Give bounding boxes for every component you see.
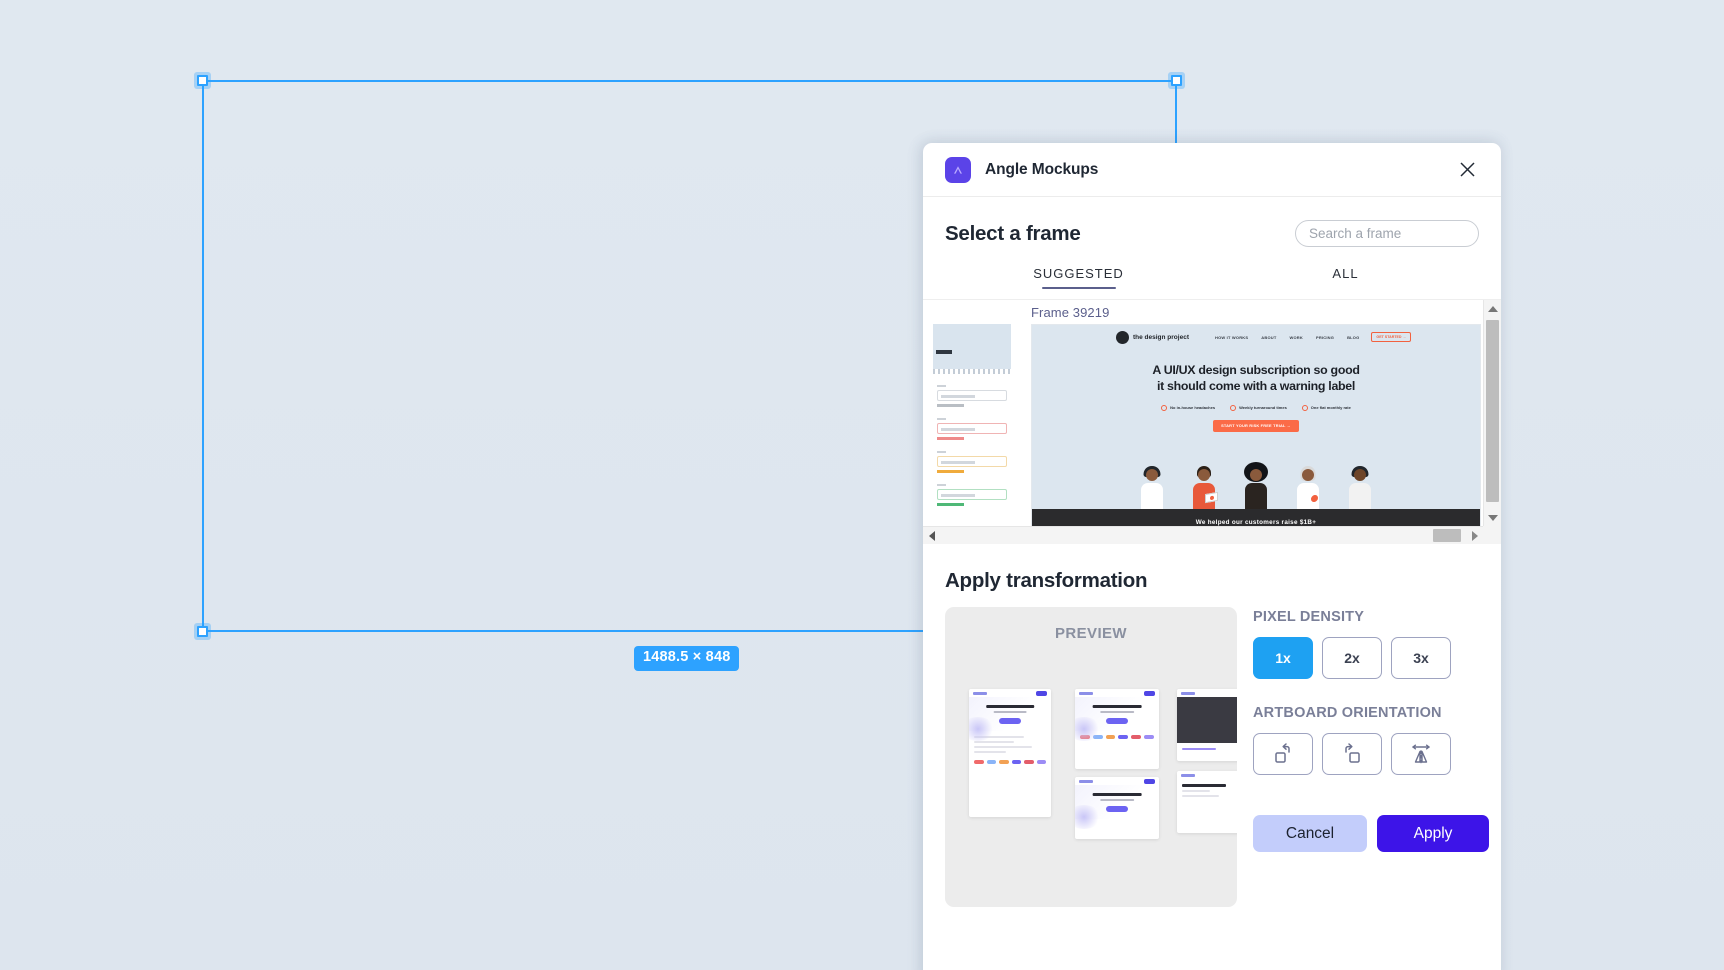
artboard-orientation-options bbox=[1253, 733, 1489, 775]
scrollbar-corner bbox=[1483, 526, 1501, 544]
mockup-feature: One flat monthly rate bbox=[1301, 404, 1351, 411]
illustration-person bbox=[1137, 466, 1167, 509]
apply-button[interactable]: Apply bbox=[1377, 815, 1489, 852]
pixel-density-options: 1x 2x 3x bbox=[1253, 637, 1489, 679]
mockup-cta-button: START YOUR RISK FREE TRIAL → bbox=[1213, 419, 1299, 432]
panel-header: Angle Mockups bbox=[923, 143, 1501, 197]
select-frame-section: Select a frame bbox=[923, 197, 1501, 247]
select-frame-header: Select a frame bbox=[945, 220, 1479, 247]
cancel-button[interactable]: Cancel bbox=[1253, 815, 1367, 852]
mockup-feature: No in-house headaches bbox=[1161, 404, 1216, 411]
horizontal-scrollbar-thumb[interactable] bbox=[1433, 529, 1461, 542]
close-icon[interactable] bbox=[1453, 156, 1481, 184]
rotate-left-icon[interactable] bbox=[1253, 733, 1313, 775]
plugin-panel: Angle Mockups Select a frame SUGGESTED A… bbox=[923, 143, 1501, 970]
selection-dimension-badge: 1488.5 × 848 bbox=[634, 646, 740, 671]
preview-mockup-thumb bbox=[1075, 689, 1159, 769]
check-icon bbox=[1161, 404, 1168, 411]
illustration-person bbox=[1293, 466, 1323, 509]
illustration-person bbox=[1189, 466, 1219, 509]
mockup-headline-line1: A UI/UX design subscription so good bbox=[1152, 363, 1360, 377]
tab-all[interactable]: ALL bbox=[1212, 266, 1479, 289]
thumbnail-hero bbox=[933, 324, 1011, 369]
mockup-feature-label: One flat monthly rate bbox=[1310, 405, 1351, 411]
pixel-density-block: PIXEL DENSITY 1x 2x 3x bbox=[1253, 609, 1489, 679]
illustration-person bbox=[1345, 466, 1375, 509]
frame-list-horizontal-scrollbar[interactable] bbox=[923, 526, 1501, 544]
triangle-right-icon[interactable] bbox=[1466, 527, 1483, 545]
triangle-up-icon[interactable] bbox=[1484, 300, 1501, 317]
preview-mockup-thumb bbox=[1177, 689, 1237, 761]
vertical-scrollbar-thumb[interactable] bbox=[1486, 320, 1499, 502]
mockup-logo-icon bbox=[1116, 330, 1129, 344]
check-icon bbox=[1301, 404, 1308, 411]
artboard-orientation-label: ARTBOARD ORIENTATION bbox=[1253, 705, 1442, 721]
preview-mockup-thumb bbox=[969, 689, 1051, 817]
panel-title: Angle Mockups bbox=[985, 160, 1099, 178]
density-2x-button[interactable]: 2x bbox=[1322, 637, 1382, 679]
mockup-headline-line2: it should come with a warning label bbox=[1156, 378, 1356, 393]
triangle-down-icon[interactable] bbox=[1484, 509, 1501, 526]
rotate-right-icon[interactable] bbox=[1322, 733, 1382, 775]
frame-name-label: Frame 39219 bbox=[1031, 305, 1110, 320]
check-icon bbox=[1230, 404, 1237, 411]
tab-suggested[interactable]: SUGGESTED bbox=[945, 266, 1212, 289]
select-frame-heading: Select a frame bbox=[945, 221, 1081, 245]
mockup-nav-link: HOW IT WORKS bbox=[1214, 334, 1249, 340]
mockup-nav-link: ABOUT bbox=[1261, 334, 1277, 340]
tab-all-label: ALL bbox=[1332, 266, 1359, 281]
preview-mockup-thumb bbox=[1075, 777, 1159, 839]
mockup-navbar: the design project HOW IT WORKS ABOUT WO… bbox=[1032, 325, 1480, 349]
panel-body: Select a frame SUGGESTED ALL Frame 39219 bbox=[923, 197, 1501, 970]
mockup-nav-links: HOW IT WORKS ABOUT WORK PRICING BLOG bbox=[1215, 335, 1359, 340]
angle-logo-icon bbox=[945, 156, 971, 183]
mockup-feature-list: No in-house headaches Weekly turnaround … bbox=[1032, 404, 1480, 411]
density-1x-button[interactable]: 1x bbox=[1253, 637, 1313, 679]
selection-handle-bottom-left[interactable] bbox=[197, 626, 208, 637]
apply-transformation-heading: Apply transformation bbox=[945, 569, 1148, 592]
thumbnail-form-field-warning bbox=[937, 451, 1007, 473]
mockup-nav-link: WORK bbox=[1289, 334, 1303, 340]
frame-list: Frame 39219 the design project HOW IT WO… bbox=[923, 299, 1501, 544]
mockup-footer-banner: We helped our customers raise $1B+ bbox=[1032, 509, 1480, 526]
preview-card: PREVIEW bbox=[945, 607, 1237, 907]
thumbnail-form-field-error bbox=[937, 418, 1007, 440]
illustration-person bbox=[1241, 462, 1271, 509]
thumbnail-form-field bbox=[937, 385, 1007, 407]
frame-scroll-area[interactable]: Frame 39219 the design project HOW IT WO… bbox=[923, 300, 1483, 526]
mockup-nav-cta: GET STARTED → bbox=[1371, 332, 1412, 342]
mockup-nav-link: BLOG bbox=[1347, 334, 1360, 340]
triangle-left-icon[interactable] bbox=[923, 527, 940, 545]
selection-handle-top-right[interactable] bbox=[1171, 75, 1182, 86]
thumbnail-form-field-success bbox=[937, 484, 1007, 506]
density-3x-button[interactable]: 3x bbox=[1391, 637, 1451, 679]
mockup-feature-label: No in-house headaches bbox=[1170, 405, 1216, 411]
mockup-feature: Weekly turnaround times bbox=[1230, 404, 1287, 411]
tab-suggested-label: SUGGESTED bbox=[1033, 266, 1124, 281]
mockup-headline: A UI/UX design subscription so good it s… bbox=[1032, 363, 1480, 395]
transform-controls: PIXEL DENSITY 1x 2x 3x ARTBOARD ORIENTAT… bbox=[1253, 607, 1489, 907]
frame-tabs: SUGGESTED ALL bbox=[923, 266, 1501, 289]
action-buttons: Cancel Apply bbox=[1253, 815, 1489, 852]
search-input[interactable] bbox=[1295, 220, 1479, 247]
mockup-nav-link: PRICING bbox=[1315, 334, 1335, 340]
frame-thumbnail-selected[interactable]: the design project HOW IT WORKS ABOUT WO… bbox=[1031, 324, 1481, 526]
transform-row: PREVIEW PIXEL DENSITY 1x 2x 3x ARTBOARD … bbox=[923, 607, 1501, 907]
preview-thumbnails bbox=[945, 681, 1237, 889]
frame-list-vertical-scrollbar[interactable] bbox=[1483, 300, 1501, 526]
frame-thumbnail-partial[interactable] bbox=[933, 324, 1011, 526]
mockup-illustration bbox=[1032, 462, 1480, 509]
artboard-orientation-block: ARTBOARD ORIENTATION bbox=[1253, 705, 1489, 775]
mockup-brand: the design project bbox=[1133, 333, 1189, 341]
flip-horizontal-icon[interactable] bbox=[1391, 733, 1451, 775]
apply-transformation-section: Apply transformation bbox=[923, 544, 1501, 593]
mockup-feature-label: Weekly turnaround times bbox=[1239, 405, 1287, 411]
preview-mockup-thumb bbox=[1177, 771, 1237, 833]
preview-label: PREVIEW bbox=[1055, 625, 1127, 642]
tab-active-underline bbox=[1041, 287, 1116, 289]
thumbnail-divider bbox=[933, 369, 1011, 374]
selection-handle-top-left[interactable] bbox=[197, 75, 208, 86]
pixel-density-label: PIXEL DENSITY bbox=[1253, 609, 1365, 625]
